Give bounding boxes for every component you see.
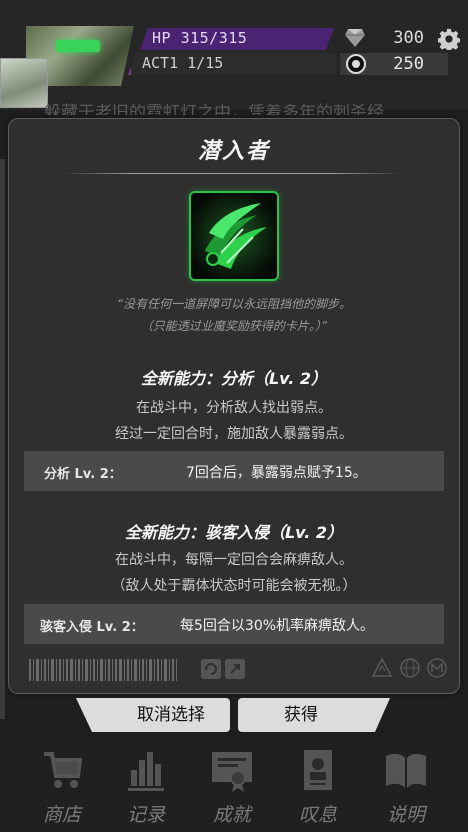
nav-label: 商店: [42, 804, 81, 826]
card-title: 潜入者: [197, 139, 270, 164]
visor-icon: [56, 40, 100, 52]
diamond-icon: [345, 29, 365, 47]
nav-item-help[interactable]: 说明: [364, 742, 448, 832]
avatar-thumbnail[interactable]: [0, 58, 48, 108]
nav-label: 成就: [212, 804, 251, 826]
globe-icon: [400, 658, 420, 678]
ability-desc: （敌人处于霸体状态时可能会被无视。）: [111, 578, 357, 594]
nav-label: 说明: [386, 804, 425, 826]
gear-icon[interactable]: [438, 28, 460, 50]
green-claw-slash-icon: [191, 193, 277, 279]
card-reward-modal: 潜入者 “没有任何一道屏障可以永远阻挡他的脚步。 （只能透过业魔奖励获得的卡片。…: [0, 118, 460, 719]
ability-desc: 经过一定回合时，施加敌人暴露弱点。: [115, 426, 353, 442]
bottom-nav: 商店 记录 成就 叹息 说明: [0, 742, 468, 832]
recycle-icon: [371, 657, 393, 677]
shop-cart-icon: [44, 752, 83, 788]
book-icon: [386, 753, 426, 788]
ability-desc: 在战斗中，分析敌人找出弱点。: [136, 400, 332, 416]
ability-level-effect: 7回合后，暴露弱点赋予15。: [186, 465, 367, 481]
ability-level-bar: 骇客入侵 Lv. 2： 每5回合以30%机率麻痹敌人。: [24, 604, 444, 644]
stats-bars-icon: [128, 752, 164, 791]
coin-count: 250: [393, 54, 424, 74]
title-divider: [63, 173, 403, 174]
gem-count: 300: [393, 28, 424, 48]
obtain-card-button[interactable]: 获得: [238, 698, 364, 732]
ability-level-label: 骇客入侵 Lv. 2：: [40, 620, 144, 635]
tombstone-icon: [304, 750, 332, 790]
flavor-quote-line2: （只能透过业魔奖励获得的卡片。）”: [140, 319, 328, 333]
nav-item-records[interactable]: 记录: [104, 742, 188, 832]
card-art: [189, 191, 279, 281]
expand-icon: [225, 659, 245, 679]
flavor-quote-line1: “没有任何一道屏障可以永远阻挡他的脚步。: [116, 297, 352, 311]
certificate-icon: [212, 752, 252, 792]
ability-heading: 全新能力：分析（Lv. 2）: [140, 369, 328, 388]
ability-desc: 在战斗中，每隔一定回合会麻痹敌人。: [115, 552, 353, 568]
refresh-icon: [201, 659, 221, 679]
cancel-selection-button[interactable]: 取消选择: [112, 698, 230, 732]
nav-label: 叹息: [298, 804, 337, 826]
ability-level-effect: 每5回合以30%机率麻痹敌人。: [180, 618, 375, 634]
nav-item-shop[interactable]: 商店: [20, 742, 104, 832]
nav-label: 记录: [126, 804, 165, 826]
ability-level-bar: 分析 Lv. 2： 7回合后，暴露弱点赋予15。: [24, 451, 444, 491]
act-progress: ACT1 1/15: [142, 54, 224, 72]
hp-text: HP 315/315: [152, 29, 248, 47]
nav-item-achievements[interactable]: 成就: [190, 742, 274, 832]
coin-icon: [346, 54, 366, 74]
nav-item-sighs[interactable]: 叹息: [276, 742, 360, 832]
button-wing-right: [360, 698, 390, 732]
ability-level-label: 分析 Lv. 2：: [44, 467, 122, 482]
ability-heading: 全新能力：骇客入侵（Lv. 2）: [124, 523, 344, 542]
mature-rating-icon: [427, 658, 447, 678]
button-wing-left: [76, 698, 116, 732]
barcode-icon: [29, 659, 177, 681]
